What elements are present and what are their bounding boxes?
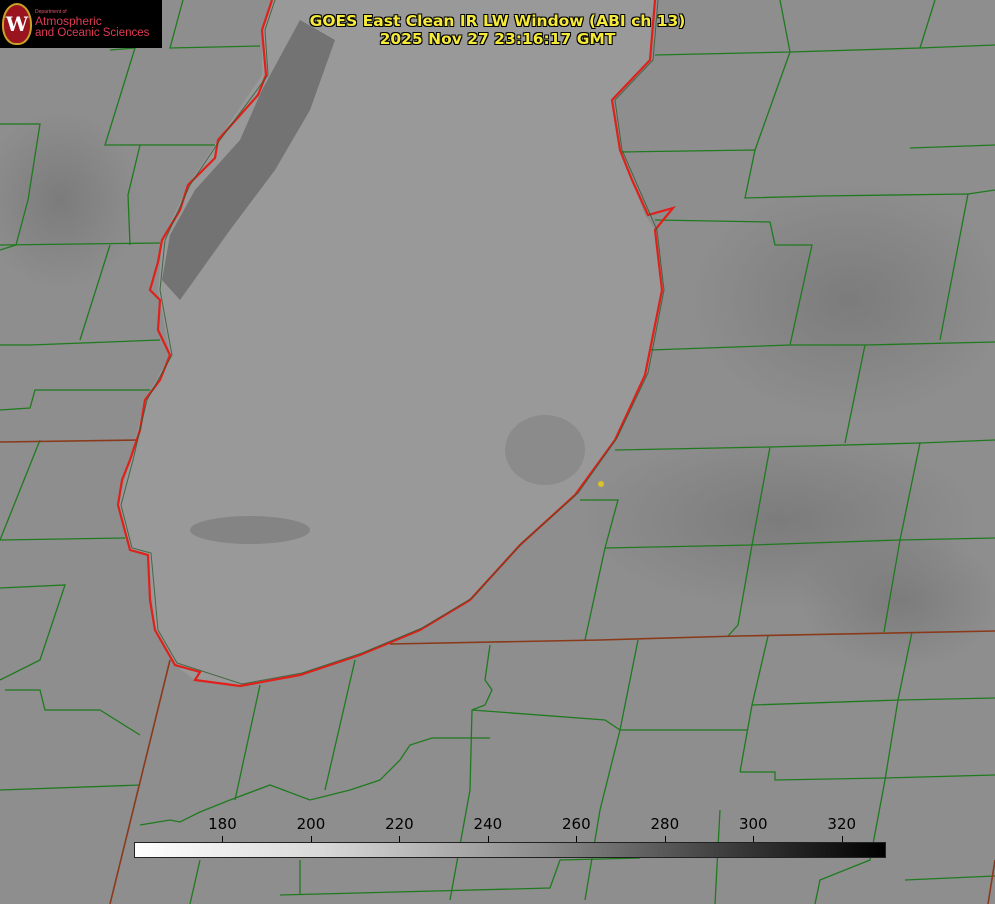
colorbar-tick-label: 200 xyxy=(296,815,326,833)
cloud-region xyxy=(690,180,995,420)
observation-time: 2025 Nov 27 23:16:17 GMT xyxy=(379,30,616,48)
colorbar-tick-label: 260 xyxy=(562,815,591,833)
temperature-colorbar xyxy=(134,842,886,858)
cloud-patch xyxy=(505,415,585,485)
colorbar-tick-mark xyxy=(576,836,578,842)
colorbar-tick-label: 180 xyxy=(208,815,237,833)
product-title: GOES East Clean IR LW Window (ABI ch 13) xyxy=(309,12,686,30)
colorbar-tick-label: 280 xyxy=(650,815,680,833)
colorbar-tick-mark xyxy=(222,836,224,842)
colorbar-tick-mark xyxy=(664,836,666,842)
colorbar-tick-label: 320 xyxy=(827,815,857,833)
colorbar-tick-mark xyxy=(310,836,312,842)
colorbar-tick-label: 240 xyxy=(473,815,503,833)
colorbar-tick-label: 220 xyxy=(385,815,414,833)
colorbar-tick-label: 300 xyxy=(738,815,768,833)
satellite-map-view: W Department of Atmospheric and Oceanic … xyxy=(0,0,995,904)
cloud-streak xyxy=(190,516,310,544)
colorbar-tick-mark xyxy=(753,836,755,842)
colorbar-tick-mark xyxy=(841,836,843,842)
colorbar-tick-mark xyxy=(487,836,489,842)
map-layer xyxy=(0,0,995,904)
colorbar-tick-mark xyxy=(399,836,401,842)
site-marker xyxy=(598,481,604,487)
